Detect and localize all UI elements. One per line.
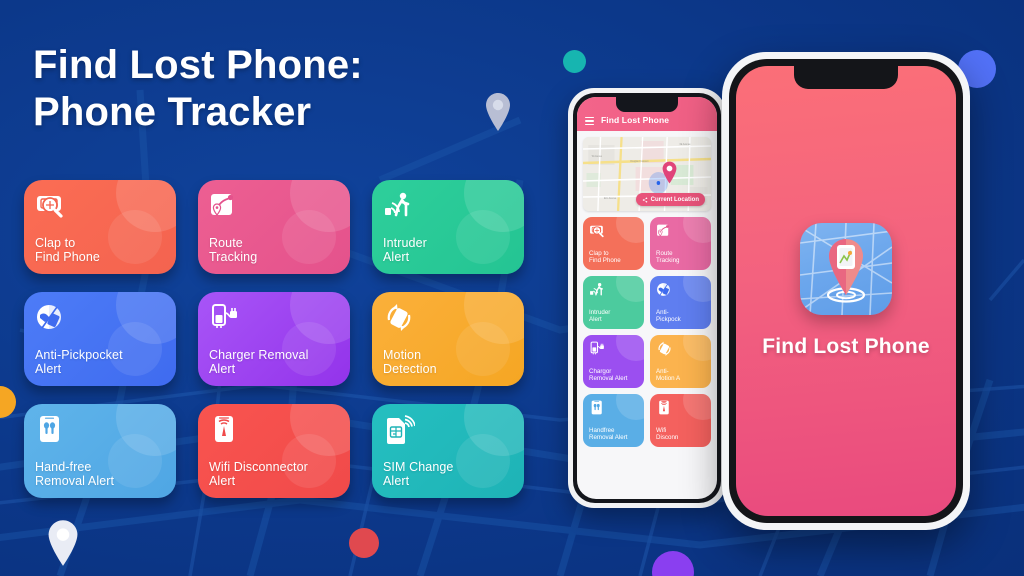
headline-line-1: Find Lost Phone:: [33, 43, 363, 87]
charger-plug-icon: [209, 303, 243, 333]
route-pin-icon: [209, 191, 243, 221]
motion-rotate-icon: [656, 341, 673, 357]
hamburger-icon[interactable]: [585, 117, 594, 125]
card-blob: [683, 276, 711, 302]
phone-back-card-label: Clap to Find Phone: [589, 249, 621, 265]
feature-card[interactable]: Route Tracking: [198, 180, 350, 274]
promo-banner: { "headline": { "line1": "Find Lost Phon…: [0, 0, 1024, 576]
feature-card-label: Charger Removal Alert: [209, 347, 309, 377]
phone-front-frame: Find Lost Phone: [722, 52, 970, 530]
feature-card-label: Motion Detection: [383, 347, 437, 377]
sim-signal-icon: [383, 415, 417, 445]
card-blob: [616, 276, 644, 302]
card-blob: [616, 217, 644, 243]
phone-back-feature-card[interactable]: Intruder Alert: [583, 276, 644, 329]
card-blob: [683, 217, 711, 243]
phone-magnifier-icon: [589, 223, 606, 239]
current-location-button[interactable]: Current Location: [635, 193, 705, 206]
teal-circle: [563, 50, 586, 73]
phone-mockup-back: Find Lost Phone 3E Avenue Douglas Cresce…: [568, 88, 726, 508]
pickpocket-hand-icon: [35, 303, 69, 333]
svg-text:Douglas Crescent: Douglas Crescent: [630, 160, 648, 163]
wifi-tower-icon: [209, 415, 243, 445]
earbuds-phone-icon: [589, 400, 606, 416]
feature-card[interactable]: Intruder Alert: [372, 180, 524, 274]
feature-card[interactable]: Charger Removal Alert: [198, 292, 350, 386]
feature-card-label: Hand-free Removal Alert: [35, 459, 115, 489]
phone-back-feature-card[interactable]: Clap to Find Phone: [583, 217, 644, 270]
phone-magnifier-icon: [35, 191, 69, 221]
intruder-walk-icon: [383, 191, 417, 221]
app-icon-art: [800, 223, 892, 315]
phone-front-notch: [794, 66, 898, 89]
red-circle: [349, 528, 379, 558]
phone-back-card-label: Handfree Removal Alert: [589, 426, 628, 442]
phone-back-card-label: Anti- Motion A: [656, 367, 681, 383]
feature-card-label: Wifi Disconnector Alert: [209, 459, 308, 489]
pickpocket-hand-icon: [656, 282, 673, 298]
phone-back-feature-card[interactable]: Handfree Removal Alert: [583, 394, 644, 447]
phone-back-feature-card[interactable]: Anti- Pickpock: [650, 276, 711, 329]
wifi-tower-icon: [656, 400, 673, 416]
phone-back-card-label: Chargor Removal Alert: [589, 367, 628, 383]
page-title: Find Lost Phone: Phone Tracker: [33, 42, 503, 136]
app-name-label: Find Lost Phone: [762, 335, 930, 358]
map-pin-icon: [662, 161, 677, 184]
feature-card[interactable]: Wifi Disconnector Alert: [198, 404, 350, 498]
phone-front-bezel: Find Lost Phone: [729, 59, 963, 523]
phone-back-card-label: Wifi Disconn: [656, 426, 679, 442]
feature-card-label: Route Tracking: [209, 235, 258, 265]
earbuds-phone-icon: [35, 415, 69, 445]
phone-back-feature-card[interactable]: Wifi Disconn: [650, 394, 711, 447]
feature-card[interactable]: Motion Detection: [372, 292, 524, 386]
motion-rotate-icon: [383, 303, 417, 333]
feature-card-label: SIM Change Alert: [383, 459, 454, 489]
phone-back-card-label: Route Tracking: [656, 249, 680, 265]
white-map-pin-icon: [48, 520, 78, 566]
headline-line-2: Phone Tracker: [33, 90, 312, 135]
app-bar-title: Find Lost Phone: [601, 115, 670, 125]
phone-mockup-front: Find Lost Phone: [722, 52, 970, 530]
current-location-label: Current Location: [650, 196, 699, 203]
charger-plug-icon: [589, 341, 606, 357]
svg-text:W Avenue: W Avenue: [592, 155, 603, 158]
phone-back-card-label: Intruder Alert: [589, 308, 611, 324]
intruder-walk-icon: [589, 282, 606, 298]
feature-card[interactable]: SIM Change Alert: [372, 404, 524, 498]
feature-card-label: Anti-Pickpocket Alert: [35, 347, 123, 377]
card-blob: [683, 394, 711, 420]
phone-back-screen: Find Lost Phone 3E Avenue Douglas Cresce…: [577, 97, 717, 499]
phone-back-feature-grid: Clap to Find Phone Route Tracking Intruder…: [583, 217, 711, 447]
card-blob: [616, 394, 644, 420]
phone-front-screen: Find Lost Phone: [736, 66, 956, 516]
phone-back-feature-card[interactable]: Chargor Removal Alert: [583, 335, 644, 388]
phone-back-card-label: Anti- Pickpock: [656, 308, 681, 324]
share-icon: [642, 197, 647, 202]
svg-text:Erin Avenue: Erin Avenue: [604, 197, 617, 200]
feature-card-label: Clap to Find Phone: [35, 235, 100, 265]
phone-back-notch: [616, 97, 678, 112]
card-blob: [683, 335, 711, 361]
feature-card[interactable]: Clap to Find Phone: [24, 180, 176, 274]
phone-back-feature-card[interactable]: Anti- Motion A: [650, 335, 711, 388]
phone-back-frame: Find Lost Phone 3E Avenue Douglas Cresce…: [568, 88, 726, 508]
svg-text:3E Avenue: 3E Avenue: [679, 143, 691, 146]
find-lost-phone-app-icon[interactable]: [800, 223, 892, 315]
feature-card-label: Intruder Alert: [383, 235, 427, 265]
feature-card[interactable]: Anti-Pickpocket Alert: [24, 292, 176, 386]
feature-grid: Clap to Find Phone Route Tracking Intruder…: [24, 180, 524, 498]
phone-back-bezel: Find Lost Phone 3E Avenue Douglas Cresce…: [573, 93, 721, 503]
map-view[interactable]: 3E Avenue Douglas Crescent W Avenue Erin A…: [583, 137, 711, 211]
route-pin-icon: [656, 223, 673, 239]
card-blob: [616, 335, 644, 361]
feature-card[interactable]: Hand-free Removal Alert: [24, 404, 176, 498]
phone-back-feature-card[interactable]: Route Tracking: [650, 217, 711, 270]
